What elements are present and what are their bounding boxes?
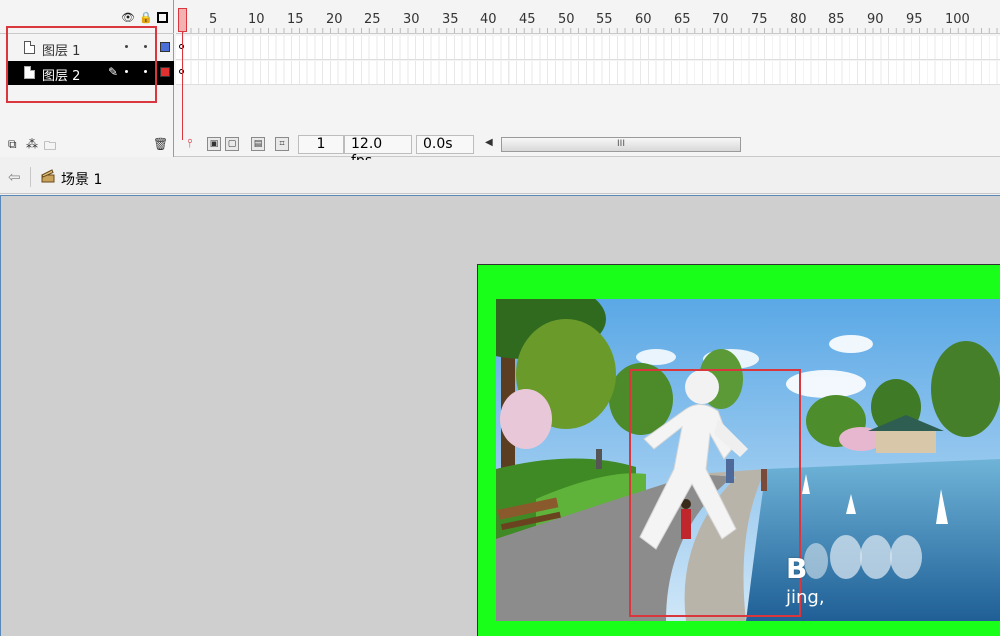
frames-area[interactable]: 1 5 10 15 20 25 30 35 40 45 50 55 60 65 … [176,0,1000,169]
ruler-label: 15 [287,12,304,27]
ruler-label: 20 [326,12,343,27]
ruler-label: 75 [751,12,768,27]
ruler-label: 90 [867,12,884,27]
ruler-label: 40 [480,12,497,27]
eye-icon[interactable]: 👁 [121,12,135,24]
timeline-panel: 👁 🔒 图层 1 图层 2 ✎ ⧉ ⁂ 🗀 🗑 5 10 15 20 25 30… [0,0,1000,169]
ruler-label: 35 [442,12,459,27]
center-frame-icon[interactable]: ⫯ [183,137,197,151]
fps-readout[interactable]: 12.0 fps [344,135,412,169]
edit-multiple-frames-icon[interactable]: ▤ [251,137,265,151]
ruler-label: 25 [364,12,381,27]
ruler-label: 85 [828,12,845,27]
ruler-label: 60 [635,12,652,27]
frame-ruler[interactable]: 1 5 10 15 20 25 30 35 40 45 50 55 60 65 … [176,0,1000,34]
outline-icon[interactable] [157,12,168,23]
playhead-handle[interactable] [178,8,187,32]
scene-bar: ⇦ 场景 1 [0,160,1000,194]
figure-highlight-box [629,369,801,617]
ruler-label: 80 [790,12,807,27]
ruler-label: 30 [403,12,420,27]
stage-canvas[interactable]: B jing, [477,264,1000,636]
horizontal-scrollbar-thumb[interactable]: III [501,137,741,152]
layer-panel: 👁 🔒 图层 1 图层 2 ✎ ⧉ ⁂ 🗀 🗑 [0,0,174,157]
stage-workspace[interactable]: B jing, [0,195,1000,636]
ruler-label: 100 [945,12,970,27]
park-scene-image[interactable]: B jing, [496,299,1000,621]
ruler-label: 70 [712,12,729,27]
ruler-label: 50 [558,12,575,27]
frame-row-layer-2[interactable] [176,61,1000,85]
playhead-line [182,32,183,140]
trash-icon[interactable]: 🗑 [153,137,168,151]
new-folder-icon[interactable]: 🗀 [44,137,56,158]
new-layer-icon[interactable]: ⧉ [8,137,17,152]
ruler-label: 10 [248,12,265,27]
onion-outline-icon[interactable]: ▢ [225,137,239,151]
frame-row-layer-1[interactable] [176,36,1000,60]
divider [30,167,31,187]
scene-label[interactable]: 场景 1 [61,169,102,189]
watermark-subtext: jing, [786,587,825,608]
back-arrow-icon[interactable]: ⇦ [8,168,21,186]
frame-footer: ⫯ ▣ ▢ ▤ ⌗ 1 12.0 fps 0.0s ◀ III [176,134,1000,169]
watermark-text: B [786,552,808,585]
modify-markers-icon[interactable]: ⌗ [275,137,289,151]
ruler-label: 65 [674,12,691,27]
lock-icon[interactable]: 🔒 [139,12,153,24]
layer-color-swatch[interactable] [160,42,170,52]
ruler-label: 55 [596,12,613,27]
ruler-label: 95 [906,12,923,27]
ruler-label: 45 [519,12,536,27]
layer-footer: ⧉ ⁂ 🗀 🗑 [0,134,174,156]
layer-highlight-box [6,26,157,103]
ruler-label: 5 [209,12,218,27]
scroll-left-icon[interactable]: ◀ [485,137,493,148]
elapsed-time-readout: 0.0s [416,135,474,154]
scene-clapper-icon [41,169,55,183]
layer-color-swatch[interactable] [160,67,170,77]
add-guide-layer-icon[interactable]: ⁂ [26,137,38,151]
current-frame-readout: 1 [298,135,344,154]
onion-skin-icon[interactable]: ▣ [207,137,221,151]
